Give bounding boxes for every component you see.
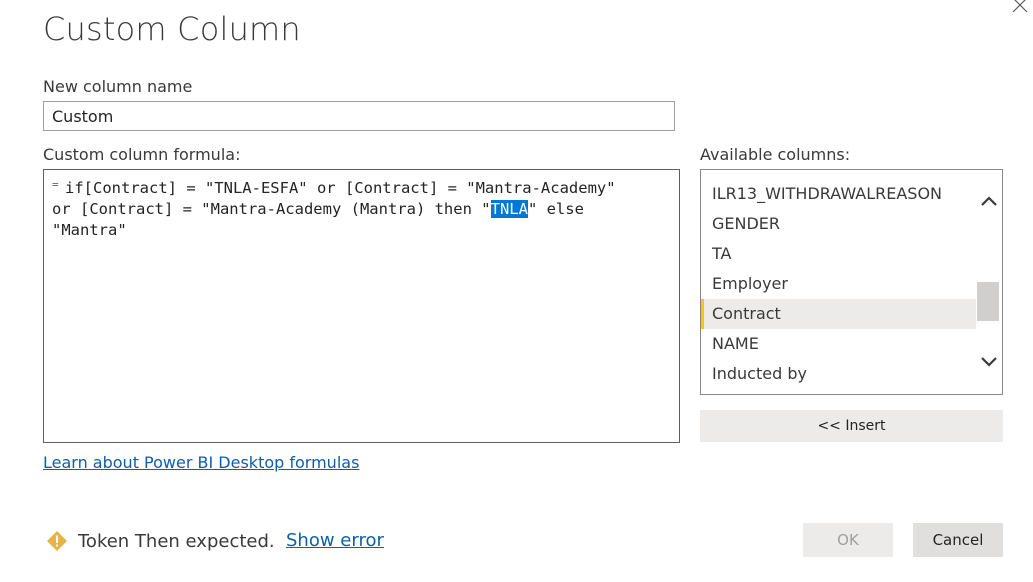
custom-column-formula-label: Custom column formula: — [43, 145, 241, 164]
column-item[interactable]: ILR13_WITHDRAWALREASON — [701, 179, 977, 209]
columns-scrollbar[interactable] — [976, 170, 1002, 394]
error-message: Token Then expected. — [78, 531, 275, 552]
cancel-button[interactable]: Cancel — [913, 523, 1003, 557]
column-item[interactable]: GENDER — [701, 209, 977, 239]
column-item[interactable]: Employer — [701, 269, 977, 299]
chevron-down-icon[interactable] — [979, 351, 999, 371]
formula-line-1: if[Contract] = "TNLA-ESFA" or [Contract]… — [65, 179, 616, 197]
learn-formulas-link[interactable]: Learn about Power BI Desktop formulas — [43, 453, 359, 472]
formula-editor[interactable]: = if[Contract] = "TNLA-ESFA" or [Contrac… — [43, 169, 680, 443]
column-item-selected[interactable]: Contract — [701, 299, 977, 329]
chevron-up-icon[interactable] — [979, 192, 999, 212]
scrollbar-thumb[interactable] — [977, 282, 999, 321]
available-columns-label: Available columns: — [700, 145, 851, 164]
formula-text[interactable]: if[Contract] = "TNLA-ESFA" or [Contract]… — [52, 178, 659, 241]
dialog-title: Custom Column — [43, 10, 301, 48]
column-item[interactable]: TA — [701, 239, 977, 269]
new-column-name-input[interactable] — [43, 101, 675, 131]
column-item[interactable]: Inducted by — [701, 359, 977, 389]
available-columns-list[interactable]: ······· ILR13_WITHDRAWALREASON GENDER TA… — [700, 169, 1003, 395]
formula-line-2-after: " else — [527, 200, 584, 218]
formula-selected-text: TNLA — [490, 200, 528, 218]
show-error-link[interactable]: Show error — [286, 530, 384, 551]
formula-line-3: "Mantra" — [52, 221, 127, 239]
new-column-name-label: New column name — [43, 77, 193, 96]
warning-diamond-icon — [47, 531, 67, 551]
column-item[interactable]: NAME — [701, 329, 977, 359]
insert-button[interactable]: << Insert — [700, 410, 1003, 442]
close-icon[interactable] — [1009, 0, 1031, 16]
formula-line-2-before: or [Contract] = "Mantra-Academy (Mantra)… — [52, 200, 491, 218]
ok-button[interactable]: OK — [803, 523, 893, 557]
